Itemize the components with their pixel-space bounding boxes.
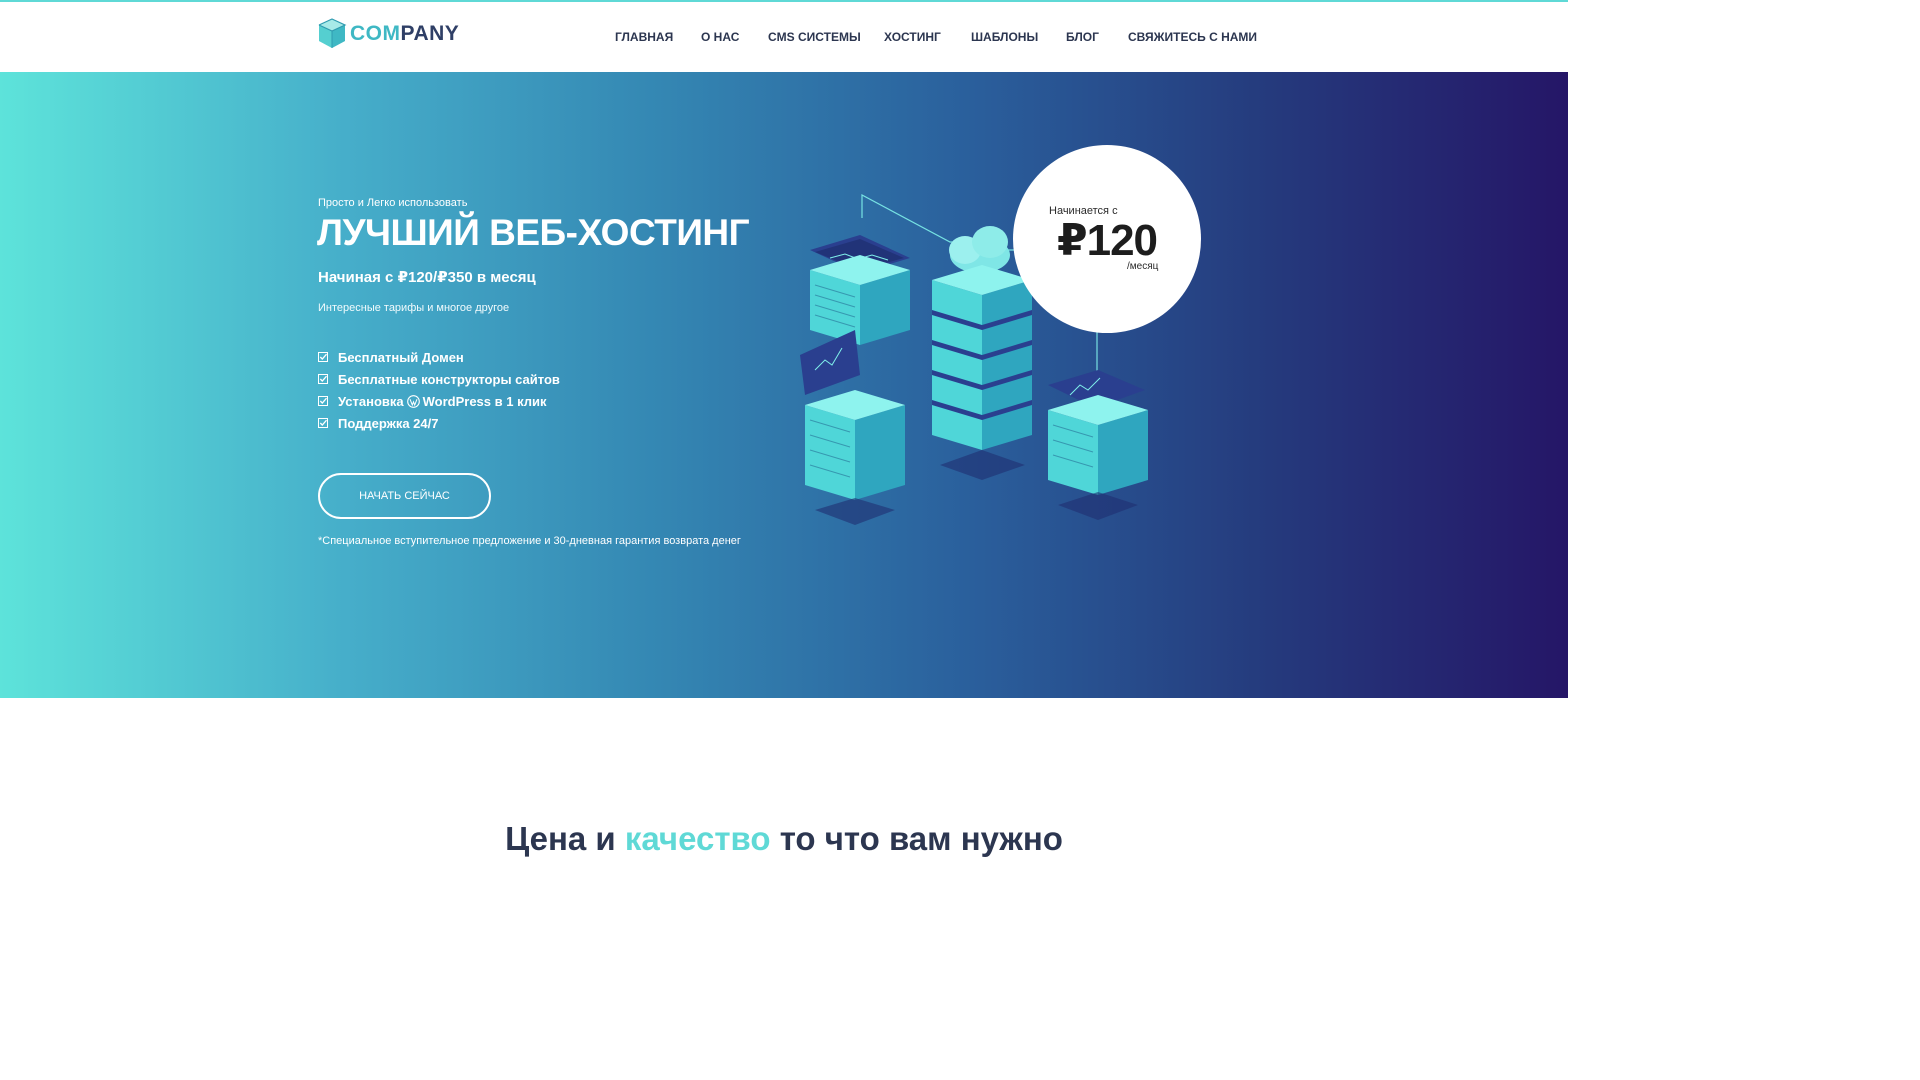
nav-item-hosting[interactable]: ХОСТИНГ [884,30,941,44]
nav-item-templates[interactable]: ШАБЛОНЫ [971,30,1038,44]
hero-price-line: Начиная с ₽120/₽350 в месяц [318,269,536,286]
feature-label-before: Установка [338,393,404,409]
feature-list: Бесплатный Домен Бесплатные конструкторы… [318,346,560,434]
main-nav: ГЛАВНАЯ О НАС CMS СИСТЕМЫ ХОСТИНГ ШАБЛОН… [0,30,1568,50]
feature-item: Бесплатный Домен [318,346,560,368]
section-title-accent: качество [624,820,771,857]
section-title: Цена и качество то что вам нужно [0,820,1568,858]
site-header: COMPANY ГЛАВНАЯ О НАС CMS СИСТЕМЫ ХОСТИН… [0,2,1568,72]
feature-item: Бесплатные конструкторы сайтов [318,368,560,390]
start-now-button[interactable]: НАЧАТЬ СЕЙЧАС [318,473,491,519]
hero-section [0,72,1568,698]
feature-label: Бесплатный Домен [338,349,464,365]
nav-item-home[interactable]: ГЛАВНАЯ [615,30,673,44]
offer-note: *Специальное вступительное предложение и… [318,535,741,547]
hero-title: ЛУЧШИЙ ВЕБ-ХОСТИНГ [317,212,750,253]
nav-item-about[interactable]: О НАС [701,30,739,44]
nav-item-blog[interactable]: БЛОГ [1066,30,1099,44]
check-icon [318,418,328,428]
section-title-part1: Цена и [505,820,616,857]
server-left-back [810,235,910,345]
feature-label-after: WordPress в 1 клик [422,393,547,409]
nav-item-cms[interactable]: CMS СИСТЕМЫ [768,30,861,44]
feature-label: Бесплатные конструкторы сайтов [338,371,560,387]
check-icon [318,352,328,362]
server-right [1048,370,1148,520]
price-badge-unit: /месяц [1127,261,1159,272]
feature-item: Поддержка 24/7 [318,412,560,434]
price-badge: Начинается с ₽120 /месяц [1013,145,1201,333]
hero-kicker: Просто и Легко использовать [318,197,468,209]
price-badge-value: ₽120 [1057,216,1158,265]
section-title-part2: то что вам нужно [779,820,1063,857]
hero-description: Интересные тарифы и многое другое [318,302,510,314]
check-icon [318,396,328,406]
check-icon [318,374,328,384]
server-left-front [800,330,905,525]
feature-item: Установка WordPress в 1 клик [318,390,560,412]
wordpress-icon [406,394,420,408]
feature-label: Поддержка 24/7 [338,415,439,431]
nav-item-contact[interactable]: СВЯЖИТЕСЬ С НАМИ [1128,30,1257,44]
